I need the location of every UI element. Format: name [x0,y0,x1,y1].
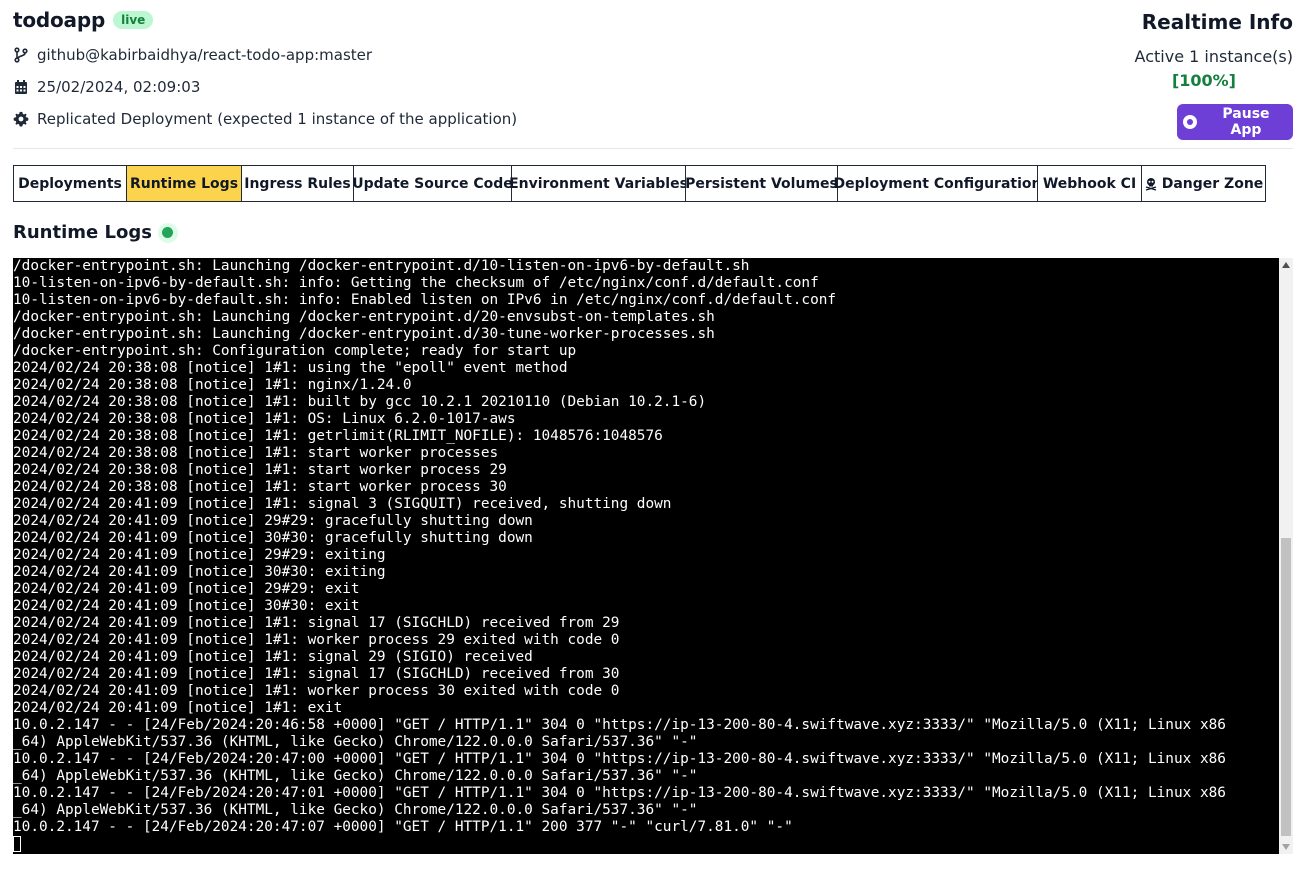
log-line: /docker-entrypoint.sh: Configuration com… [13,343,577,359]
gear-icon [13,111,29,127]
tab-label: Ingress Rules [244,175,351,192]
log-line: 10-listen-on-ipv6-by-default.sh: info: E… [13,292,837,308]
app-name: todoapp [13,8,106,32]
log-line: 2024/02/24 20:41:09 [notice] 30#30: exit [13,598,360,614]
log-line: 2024/02/24 20:41:09 [notice] 29#29: exit… [13,547,386,563]
log-line: 2024/02/24 20:38:08 [notice] 1#1: nginx/… [13,377,412,393]
log-line: 2024/02/24 20:38:08 [notice] 1#1: OS: Li… [13,411,516,427]
log-line: 2024/02/24 20:38:08 [notice] 1#1: getrli… [13,428,663,444]
scroll-up-arrow-icon[interactable] [1279,258,1293,272]
log-line: 2024/02/24 20:41:09 [notice] 1#1: worker… [13,632,620,648]
tab-environment-variables[interactable]: Environment Variables [509,165,688,202]
live-status-dot [162,227,174,238]
log-line: /docker-entrypoint.sh: Launching /docker… [13,326,715,342]
terminal-cursor [13,836,21,852]
log-line: 2024/02/24 20:41:09 [notice] 1#1: signal… [13,666,620,682]
pause-app-label: Pause App [1222,106,1270,138]
log-line: _64) AppleWebKit/537.36 (KHTML, like Gec… [13,768,698,784]
log-line: 2024/02/24 20:41:09 [notice] 29#29: grac… [13,513,533,529]
pause-circle-icon [1183,115,1197,129]
tab-deployment-configuration[interactable]: Deployment Configuration [834,165,1041,202]
log-line: _64) AppleWebKit/537.36 (KHTML, like Gec… [13,734,698,750]
tab-persistent-volumes[interactable]: Persistent Volumes [685,165,838,202]
log-line: 10-listen-on-ipv6-by-default.sh: info: G… [13,275,819,291]
live-status-indicator [157,222,178,243]
tab-deployments[interactable]: Deployments [13,165,127,202]
log-line: 2024/02/24 20:41:09 [notice] 1#1: worker… [13,683,620,699]
app-header: todoapp live github@kabirbaidhya/react-t… [13,0,1293,148]
scroll-down-arrow-icon[interactable] [1279,840,1293,854]
log-line: 2024/02/24 20:38:08 [notice] 1#1: start … [13,479,507,495]
app-title-row: todoapp live [13,8,154,32]
repo-row: github@kabirbaidhya/react-todo-app:maste… [13,46,372,64]
log-line: 10.0.2.147 - - [24/Feb/2024:20:47:01 +00… [13,785,1226,801]
tab-update-source-code[interactable]: Update Source Code [352,165,513,202]
app-detail-page: todoapp live github@kabirbaidhya/react-t… [0,0,1313,872]
header-divider [13,148,1293,149]
date-row: 25/02/2024, 02:09:03 [13,78,200,96]
calendar-icon [13,79,29,95]
log-line: 2024/02/24 20:38:08 [notice] 1#1: built … [13,394,707,410]
skull-crossbones-icon [1144,177,1158,191]
log-line: 2024/02/24 20:38:08 [notice] 1#1: start … [13,462,507,478]
log-line: 10.0.2.147 - - [24/Feb/2024:20:47:00 +00… [13,751,1226,767]
log-line: _64) AppleWebKit/537.36 (KHTML, like Gec… [13,802,698,818]
tab-label: Environment Variables [509,175,688,192]
tab-label: Webhook CI [1042,175,1137,192]
tab-bar: Deployments Runtime Logs Ingress Rules U… [13,165,1266,202]
active-instances-text: Active 1 instance(s) [1134,47,1293,66]
git-branch-icon [13,47,29,63]
deployment-mode-row: Replicated Deployment (expected 1 instan… [13,110,517,128]
log-scrollbar[interactable] [1279,258,1293,854]
log-line: 2024/02/24 20:41:09 [notice] 30#30: exit… [13,564,386,580]
log-line: 10.0.2.147 - - [24/Feb/2024:20:46:58 +00… [13,717,1226,733]
log-lines: /docker-entrypoint.sh: Launching /docker… [13,258,1279,836]
deployment-mode-text: Replicated Deployment (expected 1 instan… [37,110,518,128]
log-line: 2024/02/24 20:41:09 [notice] 29#29: exit [13,581,360,597]
tab-label: Danger Zone [1161,175,1264,192]
log-line: 2024/02/24 20:41:09 [notice] 1#1: signal… [13,496,672,512]
scroll-thumb[interactable] [1281,538,1291,836]
log-line: 2024/02/24 20:41:09 [notice] 1#1: signal… [13,649,533,665]
log-line: 2024/02/24 20:38:08 [notice] 1#1: start … [13,445,499,461]
log-line: 2024/02/24 20:41:09 [notice] 1#1: signal… [13,615,620,631]
tab-runtime-logs[interactable]: Runtime Logs [126,165,242,202]
deployed-at-text: 25/02/2024, 02:09:03 [37,78,201,96]
tab-ingress-rules[interactable]: Ingress Rules [241,165,354,202]
runtime-logs-heading: Runtime Logs [13,222,178,243]
health-percent: [100%] [1171,71,1236,90]
realtime-info-title: Realtime Info [1141,10,1293,34]
pause-app-button[interactable]: Pause App [1177,104,1293,140]
log-line: 2024/02/24 20:41:09 [notice] 30#30: grac… [13,530,533,546]
log-line: 2024/02/24 20:38:08 [notice] 1#1: using … [13,360,568,376]
repo-text: github@kabirbaidhya/react-todo-app:maste… [37,46,373,64]
tab-webhook-ci[interactable]: Webhook CI [1037,165,1142,202]
runtime-logs-title: Runtime Logs [13,222,152,243]
log-line: /docker-entrypoint.sh: Launching /docker… [13,309,715,325]
log-line: /docker-entrypoint.sh: Launching /docker… [13,258,750,274]
tab-label: Persistent Volumes [685,175,838,192]
tab-label: Deployments [18,175,122,192]
log-terminal[interactable]: /docker-entrypoint.sh: Launching /docker… [13,258,1279,854]
tab-danger-zone[interactable]: Danger Zone [1141,165,1266,202]
tab-label: Update Source Code [352,175,513,192]
log-line: 10.0.2.147 - - [24/Feb/2024:20:47:07 +00… [13,819,793,835]
tab-label: Deployment Configuration [833,175,1042,192]
status-badge: live [113,11,154,29]
tab-label: Runtime Logs [129,175,239,192]
log-line: 2024/02/24 20:41:09 [notice] 1#1: exit [13,700,343,716]
